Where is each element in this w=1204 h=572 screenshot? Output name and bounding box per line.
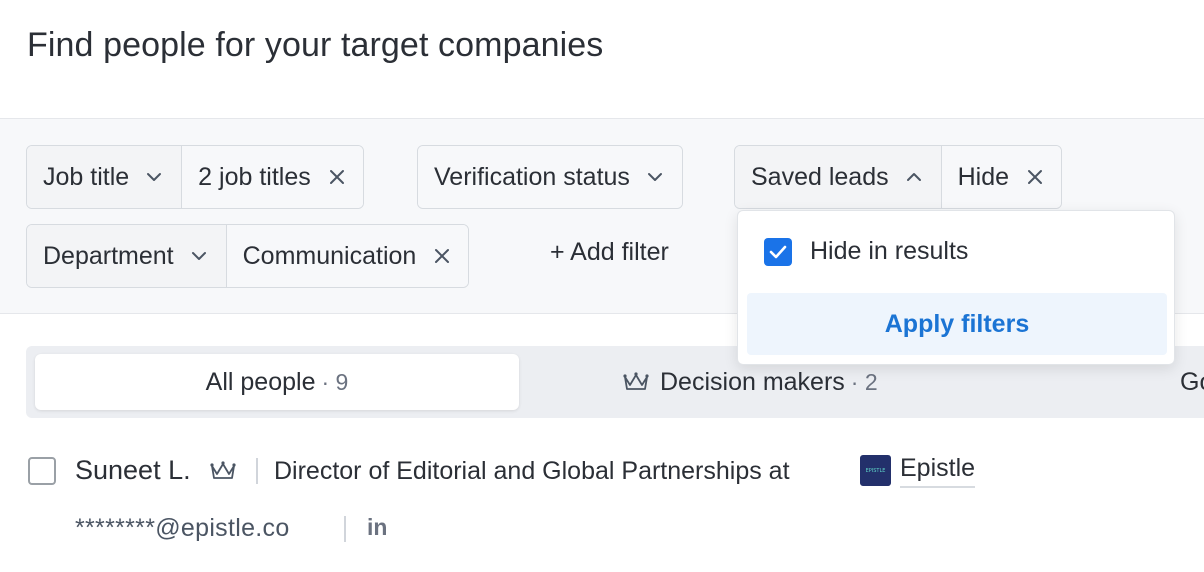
saved-leads-value-label: Hide bbox=[957, 162, 1010, 191]
divider bbox=[344, 516, 346, 542]
department-filter-toggle[interactable]: Department bbox=[27, 225, 227, 287]
job-title-value-label: 2 job titles bbox=[198, 162, 311, 191]
tab-clipped-label: Go bbox=[1180, 367, 1204, 396]
job-title-filter-label: Job title bbox=[43, 162, 130, 191]
department-value-label: Communication bbox=[242, 241, 417, 270]
tab-clipped[interactable]: Go bbox=[1180, 354, 1204, 410]
crown-icon bbox=[210, 461, 236, 479]
verification-status-label: Verification status bbox=[434, 162, 630, 191]
verification-status-filter[interactable]: Verification status bbox=[417, 145, 683, 209]
add-filter-button[interactable]: + Add filter bbox=[550, 238, 669, 267]
page-title: Find people for your target companies bbox=[27, 26, 604, 64]
table-row: Suneet L. Director of Editorial and Glob… bbox=[26, 420, 1204, 572]
company-logo: EPISTLE bbox=[860, 455, 891, 486]
divider bbox=[256, 458, 258, 484]
saved-leads-value: Hide bbox=[941, 146, 1062, 208]
close-icon[interactable] bbox=[432, 246, 452, 266]
person-email: ********@epistle.co bbox=[75, 514, 290, 542]
checkmark-icon bbox=[769, 245, 787, 258]
linkedin-icon[interactable]: in bbox=[367, 514, 387, 541]
hide-in-results-option[interactable]: Hide in results bbox=[764, 237, 968, 266]
department-filter-value: Communication bbox=[226, 225, 469, 287]
close-icon[interactable] bbox=[1025, 167, 1045, 187]
tab-all-people[interactable]: All people · 9 bbox=[35, 354, 519, 410]
job-title-filter: Job title 2 job titles bbox=[26, 145, 364, 209]
row-select-checkbox[interactable] bbox=[28, 457, 56, 485]
chevron-down-icon bbox=[191, 252, 206, 260]
close-icon[interactable] bbox=[327, 167, 347, 187]
department-filter: Department Communication bbox=[26, 224, 470, 288]
saved-leads-label: Saved leads bbox=[751, 162, 889, 191]
hide-in-results-checkbox[interactable] bbox=[764, 237, 792, 266]
verification-status-toggle[interactable]: Verification status bbox=[418, 146, 682, 208]
chevron-down-icon bbox=[647, 173, 662, 181]
tab-decision-makers-label: Decision makers bbox=[660, 367, 845, 396]
person-role: Director of Editorial and Global Partner… bbox=[274, 457, 790, 485]
company-logo-text: EPISTLE bbox=[865, 467, 886, 474]
chevron-down-icon bbox=[147, 173, 162, 181]
saved-leads-toggle[interactable]: Saved leads bbox=[735, 146, 942, 208]
tab-all-people-label: All people bbox=[205, 367, 316, 396]
saved-leads-dropdown: Hide in results Apply filters bbox=[737, 210, 1175, 365]
apply-filters-button[interactable]: Apply filters bbox=[747, 293, 1167, 355]
company-link[interactable]: Epistle bbox=[900, 454, 976, 488]
person-name[interactable]: Suneet L. bbox=[75, 455, 191, 486]
job-title-filter-toggle[interactable]: Job title bbox=[27, 146, 183, 208]
chevron-up-icon bbox=[906, 173, 921, 181]
tab-all-people-count: · 9 bbox=[321, 368, 349, 395]
saved-leads-filter: Saved leads Hide bbox=[734, 145, 1063, 209]
tab-decision-makers-count: · 2 bbox=[850, 368, 878, 395]
job-title-filter-value: 2 job titles bbox=[182, 146, 363, 208]
crown-icon bbox=[623, 372, 649, 390]
hide-in-results-label: Hide in results bbox=[810, 237, 969, 265]
department-filter-label: Department bbox=[43, 241, 174, 270]
